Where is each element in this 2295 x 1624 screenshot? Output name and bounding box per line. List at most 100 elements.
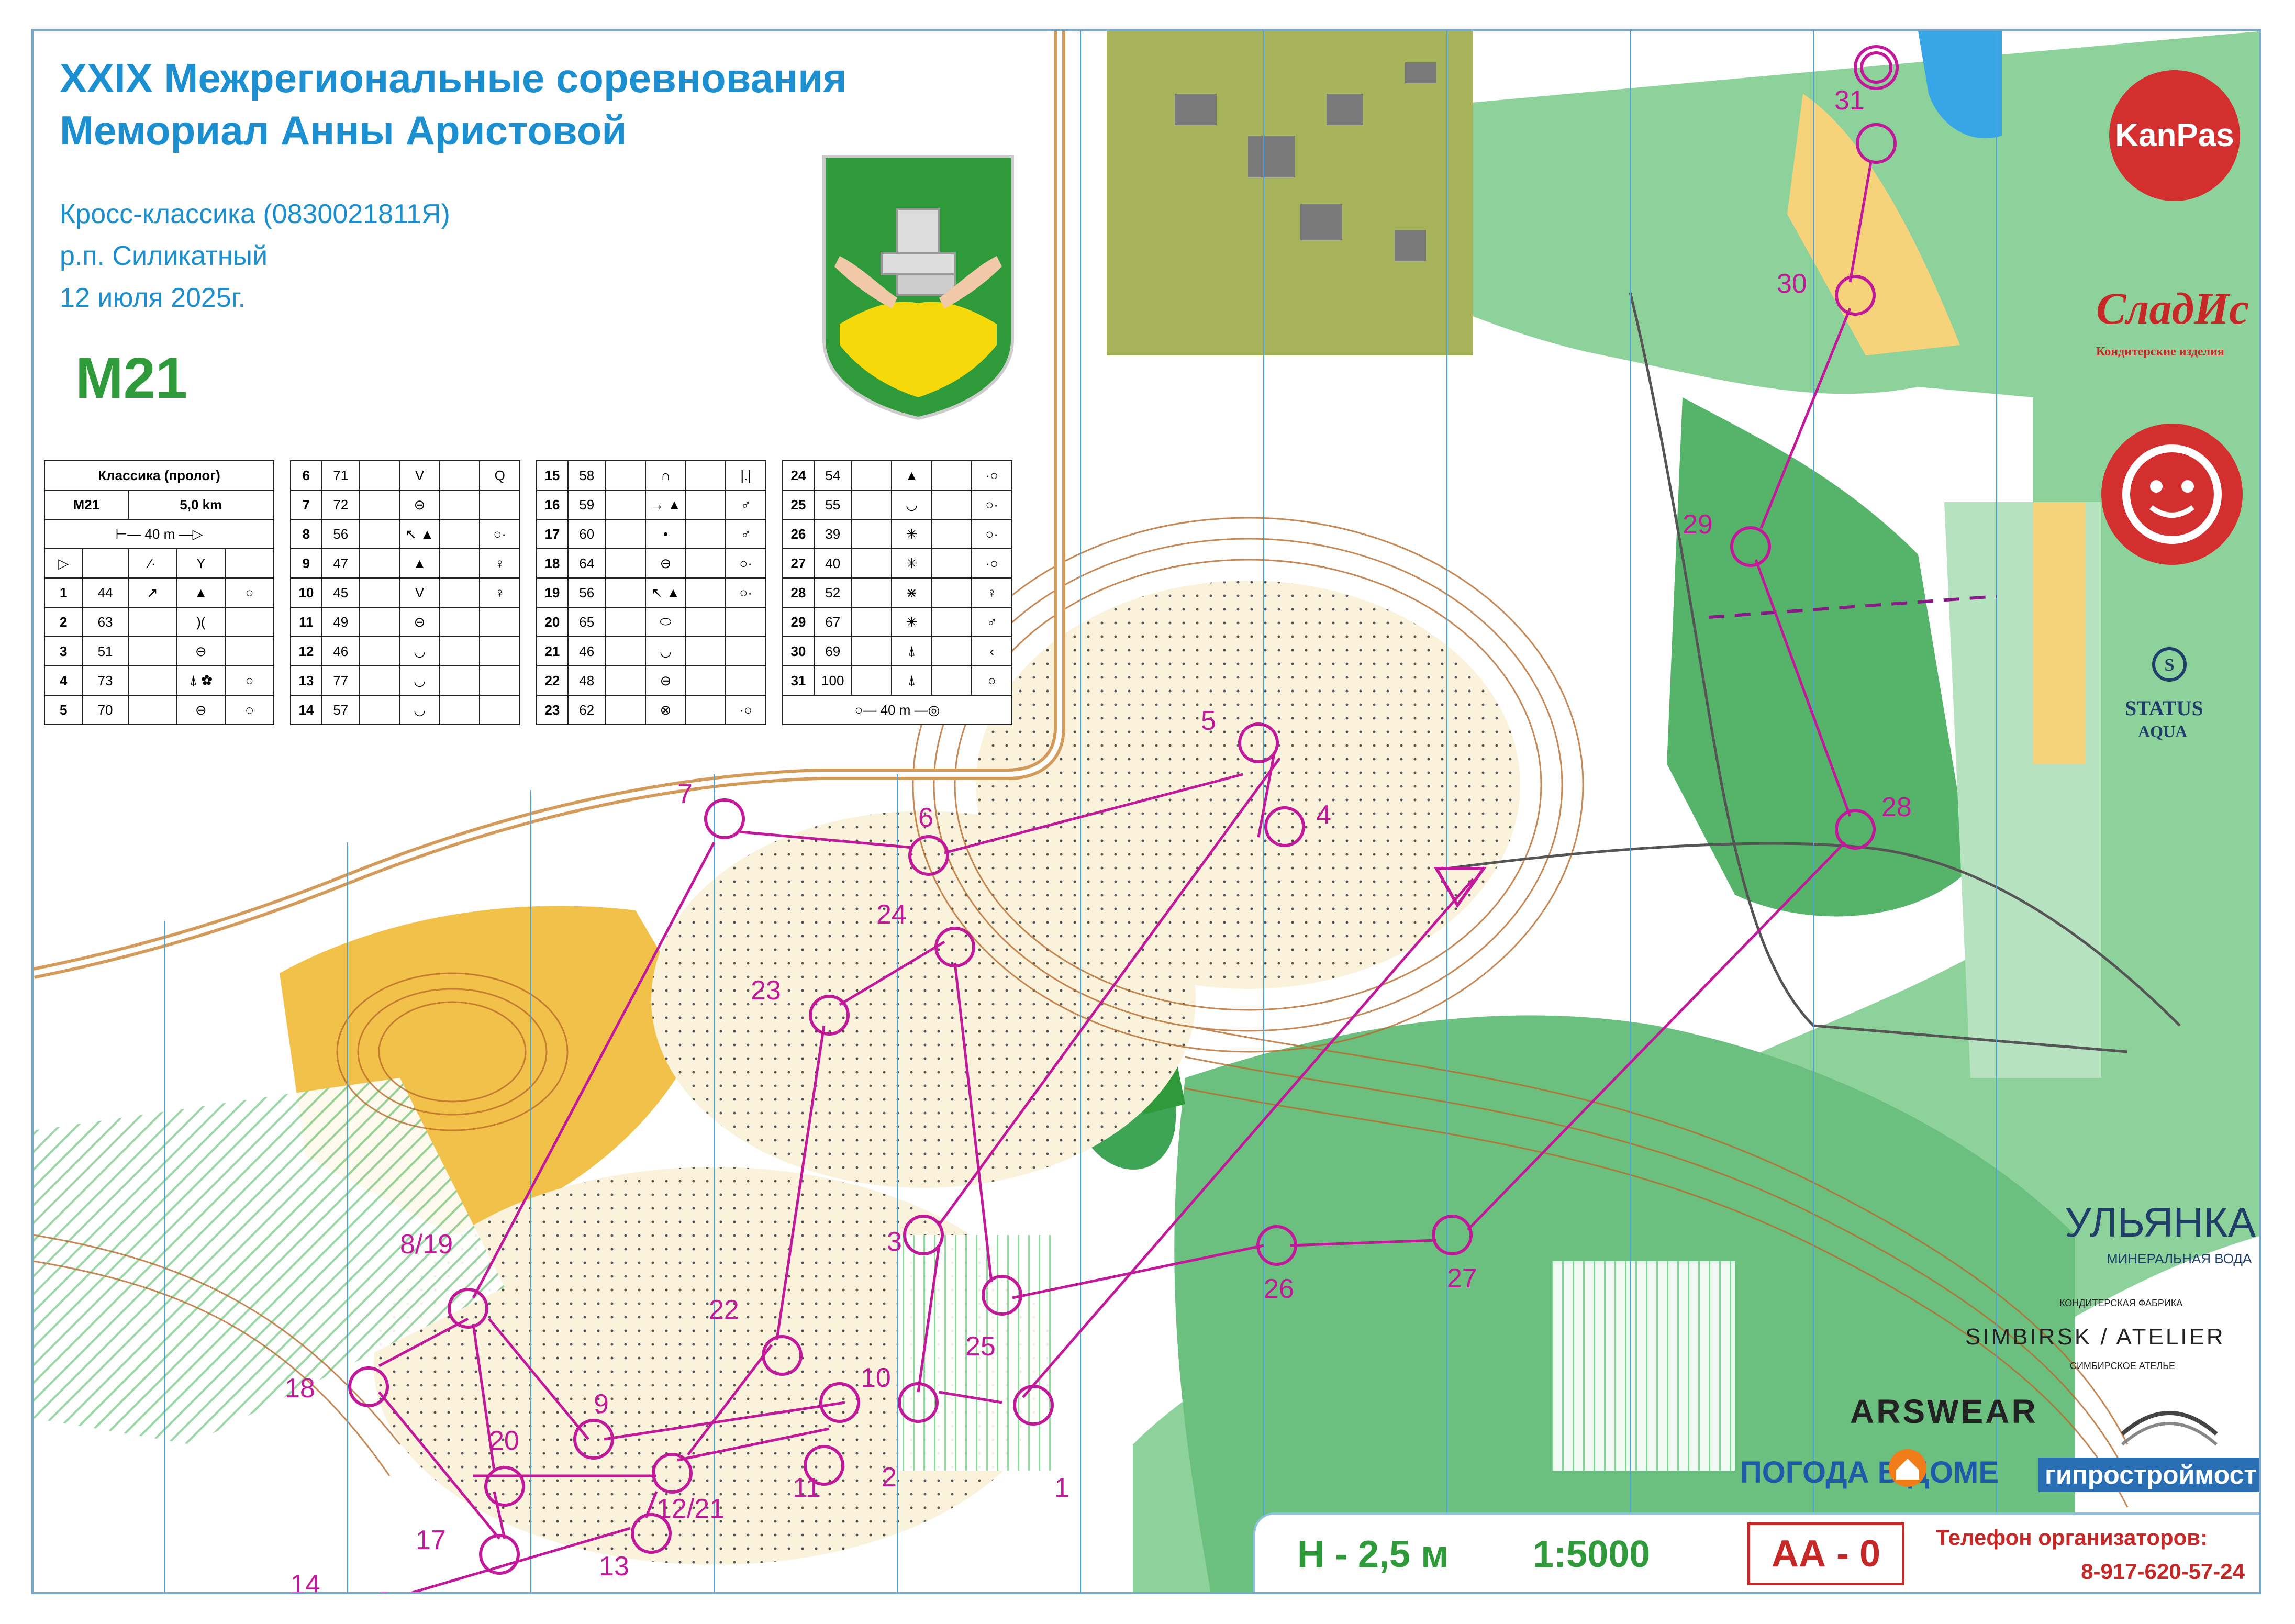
control-circle <box>484 1466 525 1507</box>
description-row: 17 60 • ♂ <box>536 519 766 549</box>
simbirsk-top-text: КОНДИТЕРСКАЯ ФАБРИКА <box>2059 1298 2183 1308</box>
control-label: 27 <box>1447 1263 1477 1294</box>
control-label: 22 <box>709 1295 739 1325</box>
control-label: 20 <box>489 1426 519 1456</box>
class-name: М21 <box>75 346 187 410</box>
description-row: 27 40 ✳ ·○ <box>782 548 1012 579</box>
event-location: р.п. Силикатный <box>60 241 268 271</box>
event-title: XXIX Межрегиональные соревнования <box>60 55 847 101</box>
description-row: 14 57 ◡ <box>290 695 520 725</box>
control-circle <box>908 835 949 876</box>
contour-interval: H - 2,5 м <box>1297 1533 1449 1575</box>
description-row: 18 64 ⊖ ○· <box>536 548 766 579</box>
control-description-table-3: 15 58 ∩ |.| 16 59 → ▲ ♂ 17 60 • ♂ 18 64 ⊖ ○· 19 56 ↖ ▲… <box>536 460 766 725</box>
control-label: 11 <box>793 1473 821 1503</box>
control-label: 8/19 <box>400 1229 453 1260</box>
kanpas-logo-text: KanPas <box>2115 117 2234 153</box>
description-row: 13 77 ◡ <box>290 665 520 696</box>
start-position: Y <box>176 548 226 579</box>
control-label: 6 <box>918 803 933 833</box>
description-row: 28 52 ⋇ ♀ <box>782 577 1012 608</box>
aa-badge: АА - 0 <box>1747 1522 1904 1585</box>
bakery-emblem-icon <box>2101 424 2243 565</box>
control-label: 2 <box>882 1462 897 1493</box>
description-row: 7 72 ⊖ <box>290 490 520 520</box>
control-label: 3 <box>887 1227 902 1257</box>
control-circle <box>762 1335 803 1376</box>
control-circle <box>982 1275 1022 1316</box>
control-label: 26 <box>1264 1274 1294 1304</box>
giprostroy-logo: гипростроймост <box>2038 1458 2259 1492</box>
description-row: 9 47 ▲ ♀ <box>290 548 520 579</box>
control-circle <box>1013 1385 1054 1426</box>
control-circle <box>704 798 745 839</box>
description-header: Классика (пролог) <box>44 460 274 491</box>
control-circle <box>1432 1215 1473 1255</box>
bridge-logo-icon <box>2121 1411 2218 1446</box>
finish-leg-row: ○— 40 m —◎ <box>782 695 1012 725</box>
control-circle <box>652 1453 693 1494</box>
start-feature: ⁄· <box>127 548 177 579</box>
event-subtitle: Мемориал Анны Аристовой <box>60 107 627 153</box>
description-row: 20 65 ⬭ <box>536 607 766 637</box>
map-footer: H - 2,5 м 1:5000 АА - 0 Телефон организа… <box>1253 1512 2259 1592</box>
description-row: 25 55 ◡ ○· <box>782 490 1012 520</box>
sladis-subtitle: Кондитерские изделия <box>2096 345 2224 359</box>
description-row: 5 70 ⊖ ◌ <box>44 695 274 725</box>
description-row: 2 63)( <box>44 607 274 637</box>
description-row: 31 100 ⍋ ○ <box>782 665 1012 696</box>
simbirsk-logo: SIMBIRSK / ATELIER <box>1965 1324 2225 1350</box>
finish-circle <box>1860 51 1892 84</box>
status-logo-text: STATUS <box>2125 696 2203 720</box>
description-row: 6 71 V Q <box>290 460 520 491</box>
finish-distance: 40 m <box>880 702 911 718</box>
kanpas-logo-icon: KanPas <box>2109 70 2240 201</box>
pogoda-logo: ПОГОДА В ДОМЕ <box>1740 1455 1999 1489</box>
control-circle <box>1730 526 1771 567</box>
event-type: Кросс-классика (0830021811Я) <box>60 199 450 229</box>
ulyanka-logo: УЛЬЯНКА <box>2065 1199 2256 1245</box>
control-label: 24 <box>876 899 907 930</box>
description-row: 4 73 ⍋ ✿ ○ <box>44 665 274 696</box>
map-scale: 1:5000 <box>1533 1533 1651 1575</box>
control-description-table-2: 6 71 V Q 7 72 ⊖ 8 56 ↖ ▲ ○· 9 47 ▲ ♀ 10 45 V ♀ 11 49 ⊖ 1… <box>290 460 520 725</box>
description-row: 23 62 ⊗ ·○ <box>536 695 766 725</box>
description-row: 12 46 ◡ <box>290 636 520 666</box>
sladis-logo: СладИс <box>2096 283 2249 333</box>
control-circle <box>448 1288 488 1329</box>
control-circle <box>1264 806 1305 847</box>
description-row: 3 51 ⊖ <box>44 636 274 666</box>
control-label: 4 <box>1316 800 1331 830</box>
control-circle <box>934 927 975 967</box>
description-row: 22 48 ⊖ <box>536 665 766 696</box>
control-circle <box>365 1593 403 1594</box>
control-circle <box>1238 722 1279 763</box>
control-label: 10 <box>861 1363 891 1393</box>
start-leg-row: ⊢— 40 m —▷ <box>44 519 274 549</box>
control-circle <box>903 1215 944 1255</box>
aqua-logo-text: AQUA <box>2138 722 2188 741</box>
description-row: 11 49 ⊖ <box>290 607 520 637</box>
control-label: 31 <box>1834 85 1865 116</box>
event-date: 12 июля 2025г. <box>60 283 246 313</box>
control-label: 29 <box>1683 509 1713 540</box>
control-label: 17 <box>416 1525 446 1555</box>
control-label: 13 <box>599 1551 629 1582</box>
control-label: 28 <box>1881 792 1912 822</box>
arswear-logo: ARSWEAR <box>1850 1393 2038 1430</box>
description-row: 26 39 ✳ ○· <box>782 519 1012 549</box>
course-layer: 1 2 3 4 5 6 7 8/19 9 10 11 12/21 13 14 1… <box>285 45 1912 1594</box>
control-label: 1 <box>1054 1473 1069 1503</box>
control-circle <box>1835 809 1876 850</box>
simbirsk-subtitle: СИМБИРСКОЕ АТЕЛЬЕ <box>2070 1361 2176 1371</box>
phone-label: Телефон организаторов: <box>1936 1525 2208 1550</box>
svg-text:S: S <box>2165 655 2175 675</box>
description-length: 5,0 km <box>127 490 275 520</box>
description-row: 1 44 ↗ ▲ ○ <box>44 577 274 608</box>
control-description-table-1: Классика (пролог) М21 5,0 km ⊢— 40 m —▷ … <box>44 460 275 725</box>
ulyanka-subtitle: МИНЕРАЛЬНАЯ ВОДА <box>2107 1251 2252 1266</box>
description-row: 19 56 ↖ ▲ ○· <box>536 577 766 608</box>
control-circles <box>348 123 1897 1594</box>
control-label: 25 <box>965 1331 996 1362</box>
control-label: 12/21 <box>656 1494 725 1524</box>
